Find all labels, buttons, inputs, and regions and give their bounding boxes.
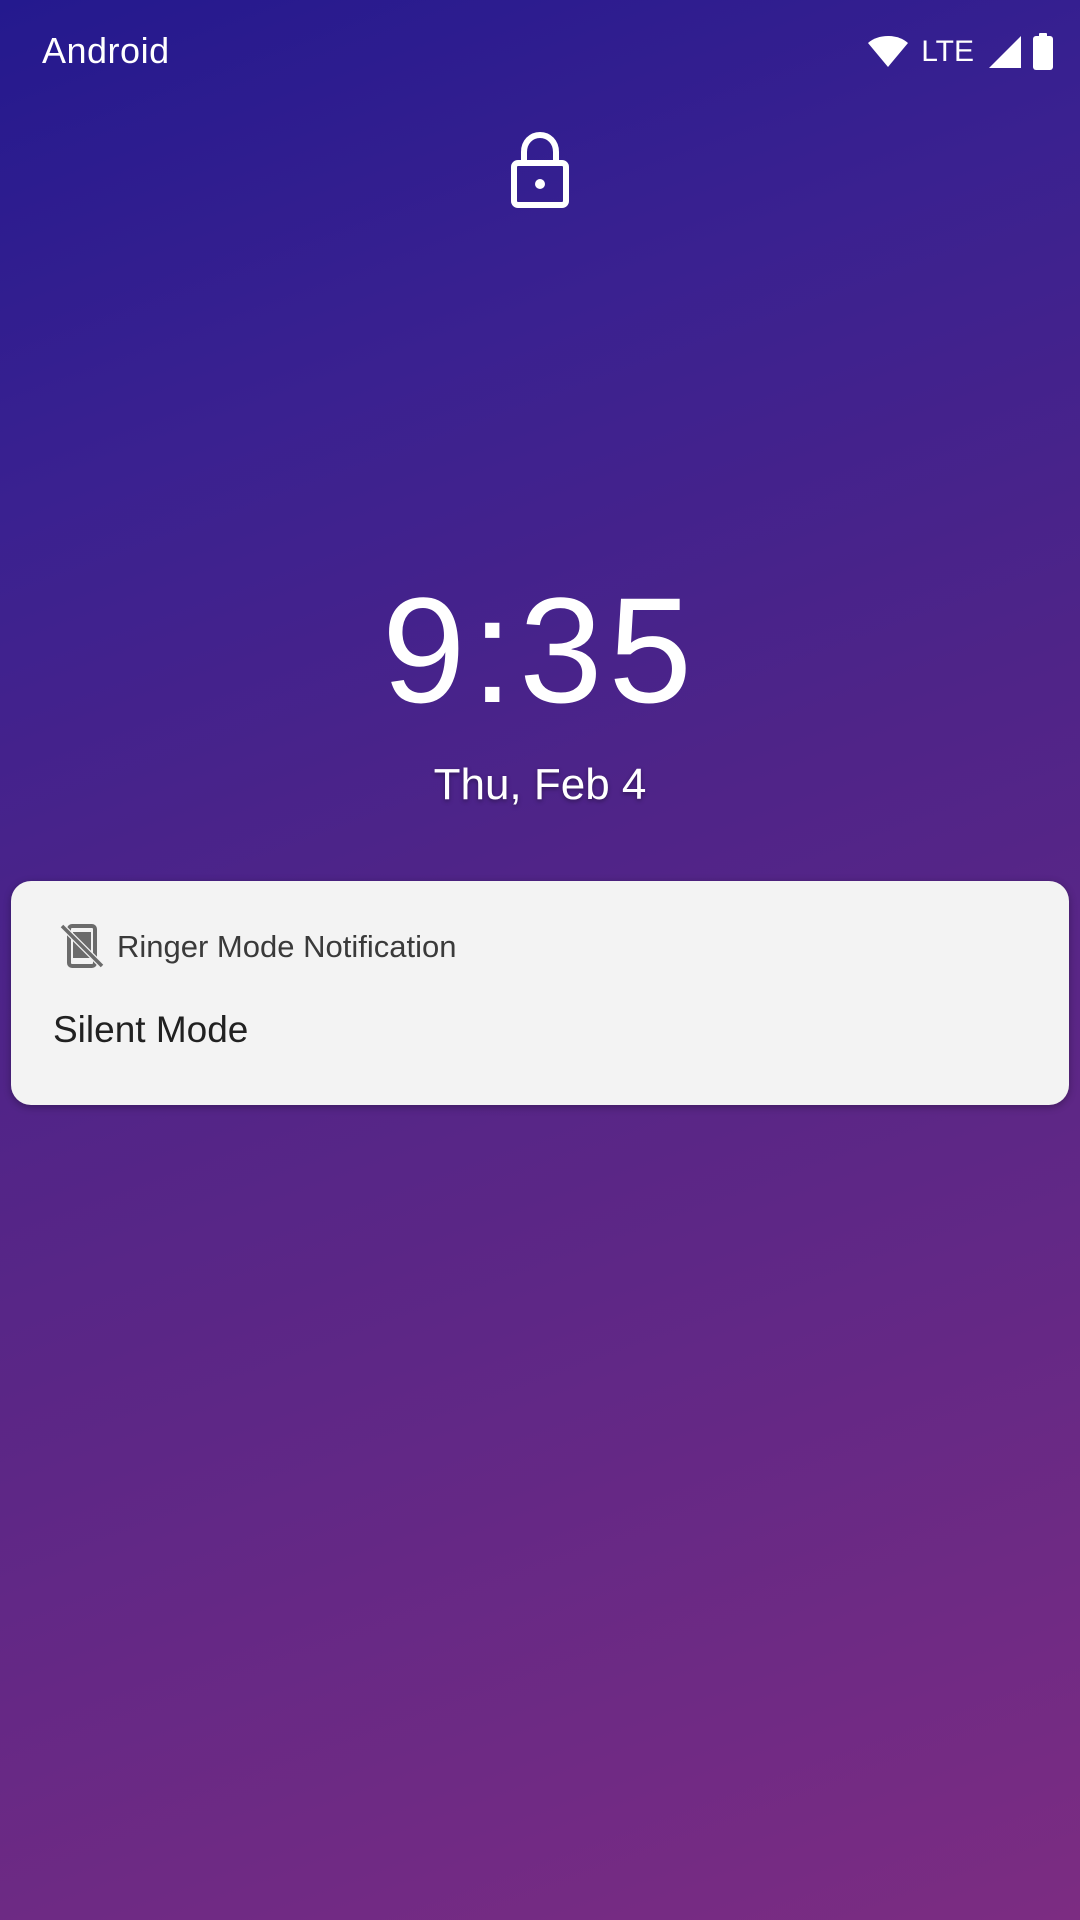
notification-text: Silent Mode bbox=[53, 1009, 249, 1050]
status-icons: LTE bbox=[867, 32, 1054, 72]
lockscreen-clock: 9:35 bbox=[382, 566, 698, 734]
carrier-name: Android bbox=[42, 30, 170, 71]
wifi-icon bbox=[868, 36, 909, 67]
lockscreen-date: Thu, Feb 4 bbox=[433, 760, 647, 809]
lock-icon[interactable] bbox=[510, 130, 570, 210]
status-bar: Android LTE bbox=[0, 0, 1080, 110]
network-type-label: LTE bbox=[921, 35, 974, 68]
ringer-mode-notification[interactable]: Ringer Mode Notification Silent Mode bbox=[11, 881, 1069, 1105]
battery-icon bbox=[1033, 33, 1053, 70]
phone-silent-icon bbox=[59, 923, 105, 969]
cell-signal-icon bbox=[989, 36, 1021, 68]
notification-app-name: Ringer Mode Notification bbox=[117, 929, 457, 964]
